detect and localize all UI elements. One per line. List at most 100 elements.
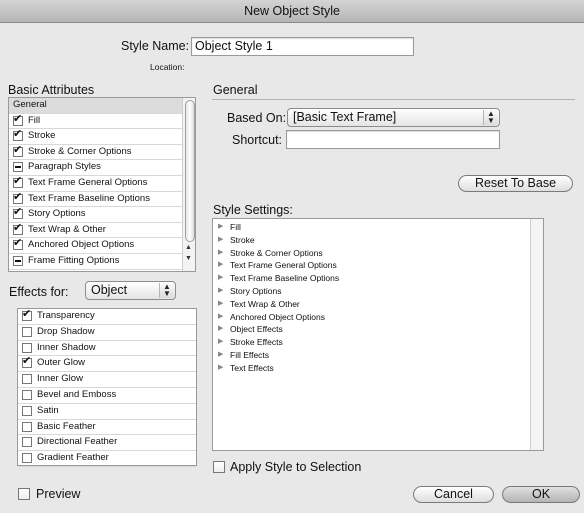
- effect-row[interactable]: Bevel and Emboss: [18, 388, 196, 404]
- checkbox[interactable]: [13, 208, 23, 220]
- checkbox[interactable]: [22, 342, 32, 353]
- style-setting-item[interactable]: ▶ Object Effects: [213, 323, 339, 336]
- ok-button[interactable]: OK: [502, 486, 580, 503]
- basic-attribute-row[interactable]: Stroke: [9, 129, 183, 145]
- location-label: Location:: [150, 62, 185, 72]
- disclosure-triangle-icon[interactable]: ▶: [218, 311, 223, 324]
- disclosure-triangle-icon[interactable]: ▶: [218, 298, 223, 311]
- effect-row[interactable]: Outer Glow: [18, 356, 196, 373]
- scroll-up-icon[interactable]: ▲: [185, 244, 192, 251]
- checkbox[interactable]: [22, 405, 32, 416]
- checkbox[interactable]: [13, 146, 23, 157]
- effect-row[interactable]: Inner Glow: [18, 372, 196, 388]
- apply-style-checkbox[interactable]: [213, 461, 225, 473]
- mixed-checkbox[interactable]: [13, 255, 23, 266]
- style-setting-item[interactable]: ▶ Text Effects: [213, 362, 339, 375]
- disclosure-triangle-icon[interactable]: ▶: [218, 349, 223, 362]
- style-setting-item[interactable]: ▶ Text Frame Baseline Options: [213, 272, 339, 285]
- checkbox[interactable]: [13, 193, 23, 204]
- basic-attribute-label: Story Options: [28, 208, 86, 220]
- window-title-bar: New Object Style: [0, 0, 584, 23]
- basic-attribute-row[interactable]: Stroke & Corner Options: [9, 145, 183, 161]
- checkbox[interactable]: [22, 310, 32, 321]
- based-on-select[interactable]: [Basic Text Frame] ▲ ▼: [287, 108, 500, 127]
- disclosure-triangle-icon[interactable]: ▶: [218, 234, 223, 247]
- disclosure-triangle-icon[interactable]: ▶: [218, 285, 223, 298]
- style-setting-item[interactable]: ▶ Text Wrap & Other: [213, 298, 339, 311]
- checkbox[interactable]: [22, 374, 32, 385]
- chevron-updown-icon: ▲ ▼: [483, 110, 498, 125]
- general-heading: General: [213, 83, 258, 97]
- checkbox[interactable]: [22, 389, 32, 400]
- disclosure-triangle-icon[interactable]: ▶: [218, 247, 223, 260]
- style-setting-item[interactable]: ▶ Text Frame General Options: [213, 259, 339, 272]
- basic-attribute-row[interactable]: General: [9, 98, 183, 114]
- disclosure-triangle-icon[interactable]: ▶: [218, 362, 223, 375]
- basic-attribute-label: General: [13, 99, 47, 110]
- disclosure-triangle-icon[interactable]: ▶: [218, 323, 223, 336]
- disclosure-triangle-icon[interactable]: ▶: [218, 221, 223, 234]
- effect-row[interactable]: Satin: [18, 404, 196, 420]
- style-setting-item[interactable]: ▶ Stroke & Corner Options: [213, 247, 339, 260]
- basic-attribute-row[interactable]: Text Wrap & Other: [9, 223, 183, 239]
- cancel-button[interactable]: Cancel: [413, 486, 494, 503]
- style-setting-item[interactable]: ▶ Anchored Object Options: [213, 311, 339, 324]
- basic-attribute-row[interactable]: Paragraph Styles: [9, 160, 183, 176]
- effect-row[interactable]: Inner Shadow: [18, 341, 196, 357]
- scroll-down-icon[interactable]: ▼: [185, 255, 192, 262]
- style-settings-scrollbar[interactable]: [530, 219, 543, 450]
- effect-label: Transparency: [37, 310, 95, 321]
- basic-attributes-heading: Basic Attributes: [8, 83, 95, 97]
- effect-label: Basic Feather: [37, 420, 96, 432]
- disclosure-triangle-icon[interactable]: ▶: [218, 259, 223, 272]
- basic-attribute-row[interactable]: Text Frame General Options: [9, 176, 183, 192]
- basic-attributes-scrollbar[interactable]: ▲ ▼: [182, 98, 195, 271]
- effect-row[interactable]: Basic Feather: [18, 420, 196, 436]
- chevron-updown-icon: ▲ ▼: [159, 283, 174, 298]
- basic-attribute-label: Anchored Object Options: [28, 239, 135, 251]
- effect-row[interactable]: Directional Feather: [18, 435, 196, 452]
- shortcut-label: Shortcut:: [232, 133, 283, 147]
- basic-attributes-list: General Fill Stroke Stroke & Corner Options…: [8, 97, 196, 272]
- shortcut-input[interactable]: [286, 130, 500, 149]
- effect-row[interactable]: Gradient Feather: [18, 451, 196, 467]
- checkbox[interactable]: [22, 453, 32, 464]
- effect-row[interactable]: Drop Shadow: [18, 325, 196, 341]
- checkbox[interactable]: [22, 421, 32, 432]
- checkbox[interactable]: [13, 224, 23, 235]
- checkbox[interactable]: [13, 130, 23, 142]
- style-setting-label: Stroke: [230, 234, 255, 245]
- style-setting-label: Fill: [230, 222, 241, 232]
- preview-checkbox[interactable]: [18, 488, 30, 500]
- based-on-label: Based On:: [227, 111, 287, 125]
- style-setting-item[interactable]: ▶ Story Options: [213, 285, 339, 298]
- checkbox[interactable]: [22, 437, 32, 448]
- checkbox[interactable]: [22, 357, 32, 369]
- disclosure-triangle-icon[interactable]: ▶: [218, 272, 223, 285]
- effect-label: Inner Glow: [37, 373, 83, 385]
- basic-attribute-row[interactable]: Anchored Object Options: [9, 238, 183, 254]
- basic-attribute-row[interactable]: Story Options: [9, 207, 183, 223]
- apply-style-label: Apply Style to Selection: [230, 460, 362, 474]
- basic-attribute-row[interactable]: Frame Fitting Options: [9, 254, 183, 270]
- basic-attribute-label: Text Wrap & Other: [28, 223, 106, 235]
- effect-row[interactable]: Transparency: [18, 309, 196, 325]
- style-name-input[interactable]: Object Style 1: [191, 37, 414, 56]
- checkbox[interactable]: [13, 177, 23, 188]
- style-setting-item[interactable]: ▶ Fill Effects: [213, 349, 339, 362]
- checkbox[interactable]: [13, 115, 23, 126]
- effect-label: Directional Feather: [37, 436, 118, 448]
- mixed-checkbox[interactable]: [13, 162, 23, 173]
- effects-for-select[interactable]: Object ▲ ▼: [85, 281, 176, 300]
- reset-to-base-button[interactable]: Reset To Base: [458, 175, 573, 192]
- basic-attribute-row[interactable]: Fill: [9, 114, 183, 130]
- style-setting-label: Stroke & Corner Options: [230, 247, 323, 258]
- scrollbar-thumb[interactable]: [185, 100, 195, 242]
- style-setting-item[interactable]: ▶ Fill: [213, 221, 339, 234]
- style-setting-item[interactable]: ▶ Stroke Effects: [213, 336, 339, 349]
- basic-attribute-row[interactable]: Text Frame Baseline Options: [9, 192, 183, 208]
- checkbox[interactable]: [22, 326, 32, 337]
- disclosure-triangle-icon[interactable]: ▶: [218, 336, 223, 349]
- checkbox[interactable]: [13, 239, 23, 251]
- style-setting-item[interactable]: ▶ Stroke: [213, 234, 339, 247]
